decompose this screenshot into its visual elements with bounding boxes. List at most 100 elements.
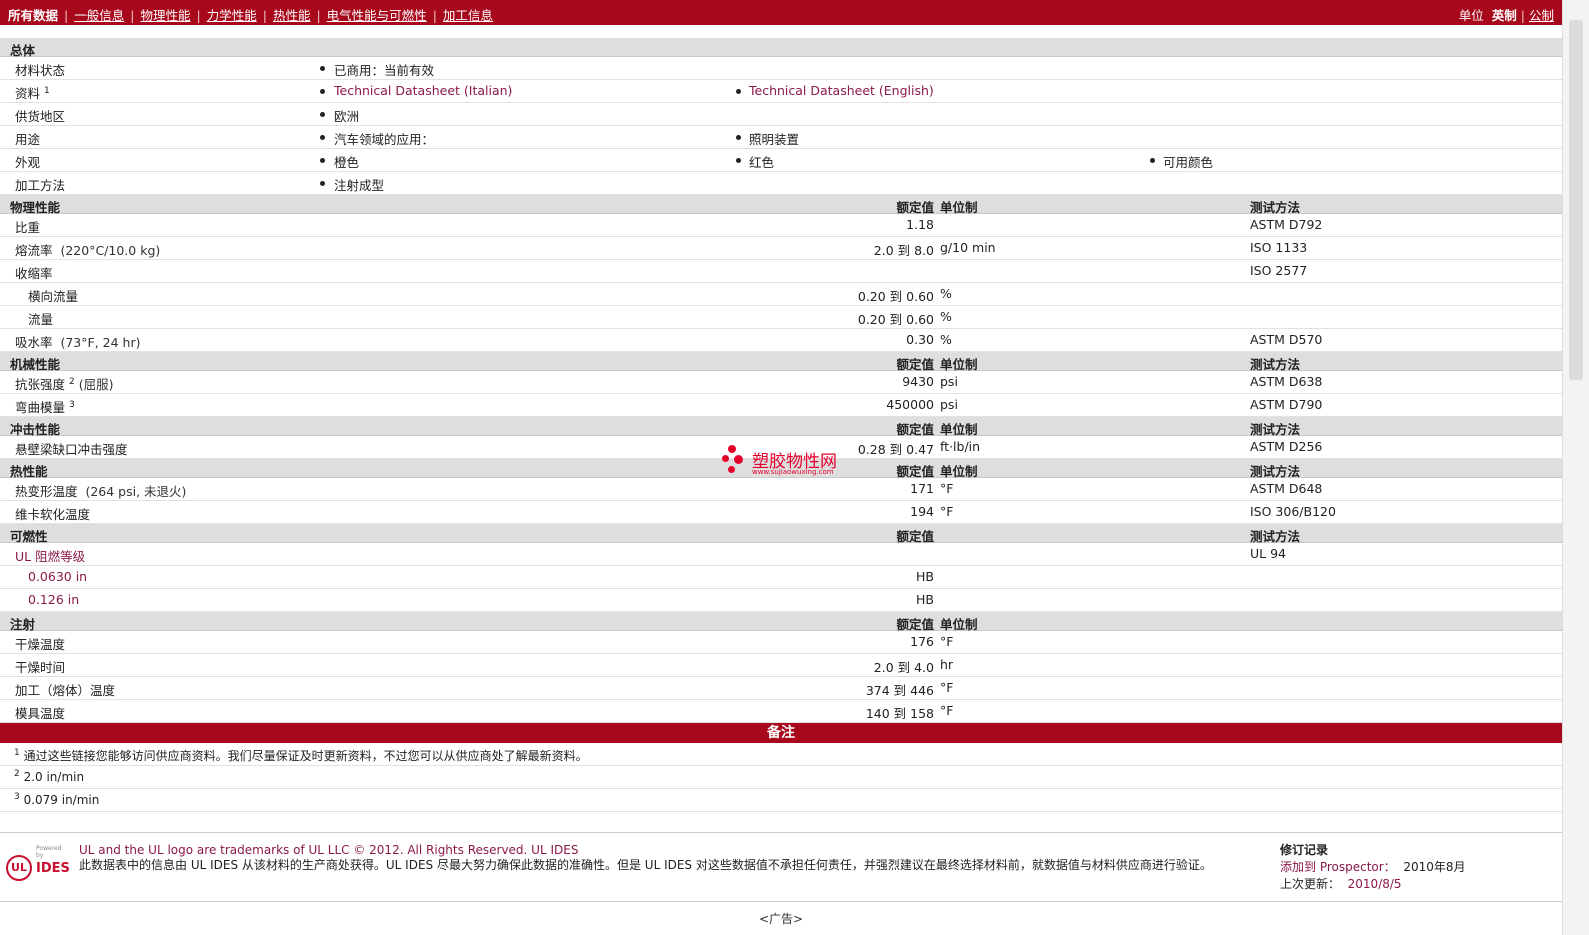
prop-name: 加工（熔体）温度: [15, 683, 116, 698]
row-value: 注射成型: [334, 178, 385, 193]
bullet-icon: [1150, 158, 1155, 163]
scrollbar-thumb[interactable]: [1569, 20, 1583, 380]
property-row: 流量 0.20 到 0.60 %: [0, 306, 1562, 329]
prop-test: ISO 306/B120: [1250, 504, 1336, 519]
notes-header: 备注: [0, 723, 1562, 743]
section-header-impact: 冲击性能 额定值 单位制 测试方法: [0, 417, 1562, 437]
prop-name: 弯曲模量 3: [15, 399, 75, 415]
prop-test: UL 94: [1250, 546, 1286, 561]
ul-rating-link[interactable]: UL 阻燃等级: [15, 546, 85, 565]
prop-name: 抗张强度 2 (屈服): [15, 376, 114, 392]
prop-name: 模具温度: [15, 706, 66, 721]
watermark-logo: 塑胶物性网 www.sujiaowuxing.com: [722, 445, 852, 477]
row-value: 欧洲: [334, 109, 360, 124]
row-value: 照明装置: [749, 132, 800, 147]
prop-value: 2.0 到 8.0: [873, 243, 934, 258]
property-row: 维卡软化温度 194 °F ISO 306/B120: [0, 501, 1562, 524]
nav-processing[interactable]: 加工信息: [443, 8, 493, 23]
prop-value: 1.18: [906, 217, 934, 232]
prop-test: ASTM D256: [1250, 439, 1323, 454]
footer: Powered by UL IDES UL and the UL logo ar…: [0, 832, 1562, 902]
datasheet-content: 总体 材料状态 已商用：当前有效 资料 1 Technical Datashee…: [0, 38, 1562, 812]
property-row: 收缩率 ISO 2577: [0, 260, 1562, 283]
section-header-flammability: 可燃性 额定值 测试方法: [0, 524, 1562, 544]
property-row: 抗张强度 2 (屈服) 9430 psi ASTM D638: [0, 371, 1562, 394]
prop-unit: °F: [940, 703, 954, 718]
prop-name: 横向流量: [28, 289, 79, 304]
prop-name: 收缩率: [15, 266, 53, 281]
prop-value: 0.20 到 0.60: [857, 289, 934, 304]
row-label: 外观: [15, 155, 41, 170]
property-row: UL 阻燃等级 UL 94: [0, 543, 1562, 566]
prop-value: 194: [910, 504, 934, 519]
note-text: 1 通过这些链接您能够访问供应商资料。我们尽量保证及时更新资料，不过您可以从供应…: [14, 748, 588, 764]
unit-imperial[interactable]: 英制: [1492, 8, 1517, 23]
revision-title: 修订记录: [1280, 843, 1329, 857]
thickness-link[interactable]: 0.126 in: [28, 592, 79, 607]
ad-label: <广告>: [758, 912, 804, 926]
nav-general-info[interactable]: 一般信息: [74, 8, 124, 23]
prop-unit: g/10 min: [940, 240, 996, 255]
row-value: 红色: [749, 155, 775, 170]
row-label: 资料 1: [15, 85, 50, 101]
prop-unit: %: [940, 332, 952, 347]
general-row-appearance: 外观 橙色 红色 可用颜色: [0, 149, 1562, 172]
note-text: 2 2.0 in/min: [14, 769, 85, 785]
prop-unit: %: [940, 286, 952, 301]
prop-name: 维卡软化温度: [15, 507, 91, 522]
revision-updated: 上次更新： 2010/8/5: [1280, 877, 1402, 891]
prop-test: ISO 2577: [1250, 263, 1308, 278]
nav-electrical-flammability[interactable]: 电气性能与可燃性: [327, 8, 427, 23]
prop-test: ASTM D792: [1250, 217, 1323, 232]
general-row-docs: 资料 1 Technical Datasheet (Italian) Techn…: [0, 80, 1562, 103]
prop-value: HB: [916, 592, 934, 607]
section-header-physical: 物理性能 额定值 单位制 测试方法: [0, 195, 1562, 215]
prop-value: 171: [910, 481, 934, 496]
unit-switcher: 单位 英制 | 公制: [1458, 8, 1554, 23]
row-value: 可用颜色: [1163, 155, 1214, 170]
prop-value: 2.0 到 4.0: [873, 660, 934, 675]
bullet-icon: [736, 135, 741, 140]
prop-value: 176: [910, 634, 934, 649]
section-header-mechanical: 机械性能 额定值 单位制 测试方法: [0, 352, 1562, 372]
doc-link-italian[interactable]: Technical Datasheet (Italian): [334, 83, 512, 98]
prop-name: 悬壁梁缺口冲击强度: [15, 442, 128, 457]
prop-name: 熔流率 (220°C/10.0 kg): [15, 243, 161, 258]
disclaimer-text: 此数据表中的信息由 UL IDES 从该材料的生产商处获得。UL IDES 尽最…: [79, 858, 1212, 872]
top-nav-bar: 所有数据 | 一般信息 | 物理性能 | 力学性能 | 热性能 | 电气性能与可燃性 | 加工信息 单位…: [0, 0, 1562, 25]
prop-unit: ft·lb/in: [940, 439, 981, 454]
vertical-scrollbar[interactable]: [1562, 0, 1589, 935]
row-label: 供货地区: [15, 109, 66, 124]
general-row-process: 加工方法 注射成型: [0, 172, 1562, 195]
property-row: 弯曲模量 3 450000 psi ASTM D790: [0, 394, 1562, 417]
thickness-link[interactable]: 0.0630 in: [28, 569, 87, 584]
prop-value: 450000: [886, 397, 934, 412]
nav-physical[interactable]: 物理性能: [140, 8, 190, 23]
unit-metric-link[interactable]: 公制: [1529, 8, 1554, 23]
note-row: 2 2.0 in/min: [0, 766, 1562, 789]
prop-value: 0.30: [906, 332, 934, 347]
bullet-icon: [320, 181, 325, 186]
nav-thermal[interactable]: 热性能: [273, 8, 311, 23]
bullet-icon: [736, 89, 741, 94]
bullet-icon: [320, 112, 325, 117]
prop-unit: °F: [940, 481, 954, 496]
prop-value: 0.28 到 0.47: [857, 442, 934, 457]
row-value: 汽车领域的应用：: [334, 132, 435, 147]
property-row: 熔流率 (220°C/10.0 kg) 2.0 到 8.0 g/10 min I…: [0, 237, 1562, 260]
doc-link-english[interactable]: Technical Datasheet (English): [749, 83, 934, 98]
prop-name: 吸水率 (73°F, 24 hr): [15, 335, 141, 350]
general-row-use: 用途 汽车领域的应用： 照明装置: [0, 126, 1562, 149]
trademark-line: UL and the UL logo are trademarks of UL …: [79, 843, 579, 857]
row-value: 已商用：当前有效: [334, 63, 435, 78]
prop-test: ASTM D570: [1250, 332, 1323, 347]
note-text: 3 0.079 in/min: [14, 792, 100, 808]
prop-unit: hr: [940, 657, 954, 672]
bullet-icon: [320, 66, 325, 71]
nav-all-data[interactable]: 所有数据: [8, 5, 58, 24]
footer-disclaimer: UL and the UL logo are trademarks of UL …: [79, 843, 1259, 873]
prop-name: 干燥时间: [15, 660, 66, 675]
row-label: 材料状态: [15, 63, 66, 78]
nav-mechanical[interactable]: 力学性能: [207, 8, 257, 23]
prop-name: 热变形温度 (264 psi, 未退火): [15, 484, 187, 499]
